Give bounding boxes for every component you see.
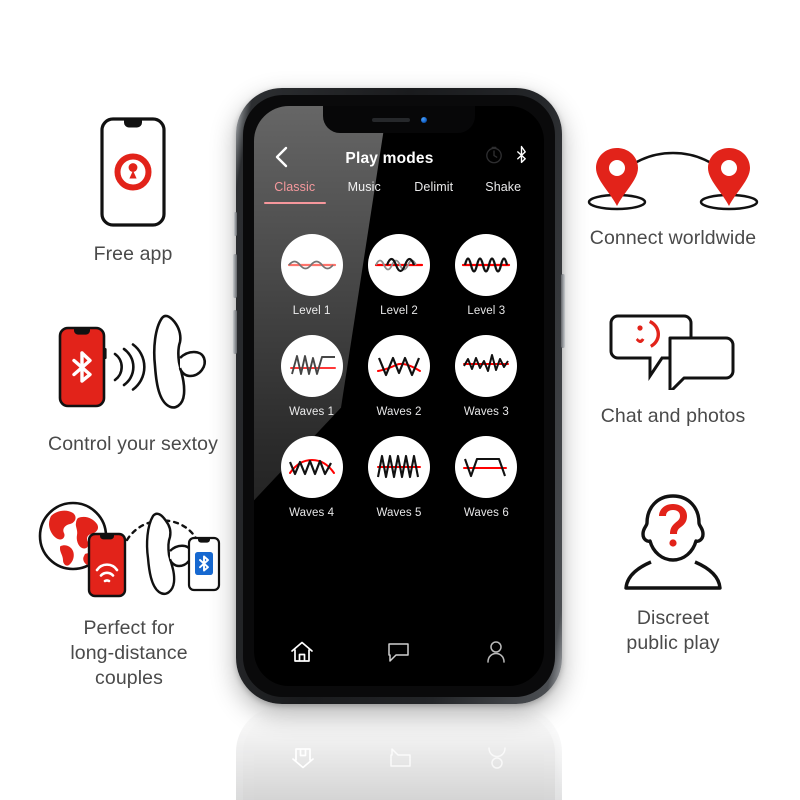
phone-bluetooth-waves-toy-icon xyxy=(47,306,219,418)
feature-free-app: Free app xyxy=(18,116,248,267)
feature-label: Chat and photos xyxy=(600,405,746,427)
feature-label: Connect worldwide xyxy=(589,227,757,249)
top-actions xyxy=(485,145,528,169)
tab-label: Classic xyxy=(274,180,316,194)
promo-infographic: Free app Control your sextoy Perfect for… xyxy=(0,0,800,800)
home-icon[interactable] xyxy=(282,637,322,667)
power-button[interactable] xyxy=(561,274,565,348)
phone-mockup: Play modes Classic Music Delimit Shake L… xyxy=(233,88,565,704)
tab-shake[interactable]: Shake xyxy=(469,178,539,194)
tab-label: Shake xyxy=(485,180,522,194)
two-map-pins-arc-icon xyxy=(583,140,763,212)
tab-delimit[interactable]: Delimit xyxy=(399,178,469,194)
phone-reflection-inner xyxy=(236,706,562,800)
wave-saw-dense-icon xyxy=(367,436,430,498)
earpiece-speaker-icon xyxy=(371,117,410,122)
wave-ramp-step-icon xyxy=(280,335,343,397)
front-camera-icon xyxy=(420,116,427,123)
play-mode-item[interactable]: Waves 6 xyxy=(443,436,530,537)
play-mode-item[interactable]: Level 2 xyxy=(355,234,442,335)
chevron-left-icon[interactable] xyxy=(268,144,294,170)
globe-phone-toy-phone-icon xyxy=(31,496,227,604)
tab-music[interactable]: Music xyxy=(330,178,400,194)
tab-label: Delimit xyxy=(414,180,454,194)
feature-chat-and-photos: Chat and photos xyxy=(558,312,788,429)
mode-label: Waves 4 xyxy=(289,507,335,519)
play-mode-item[interactable]: Waves 1 xyxy=(268,335,355,436)
mode-tabs: Classic Music Delimit Shake xyxy=(254,178,544,212)
play-mode-item[interactable]: Waves 3 xyxy=(443,335,530,436)
feature-discreet-public-play: Discreet public play xyxy=(558,490,788,656)
chat-bubble-icon[interactable] xyxy=(379,637,419,667)
wave-sine-med-icon xyxy=(367,234,430,296)
phone-screen: Play modes Classic Music Delimit Shake L… xyxy=(254,106,544,686)
feature-label: Control your sextoy xyxy=(48,433,218,455)
mode-label: Level 1 xyxy=(292,305,331,317)
two-chat-bubbles-wink-icon xyxy=(608,312,738,390)
mode-label: Level 3 xyxy=(467,305,506,317)
play-mode-item[interactable]: Waves 2 xyxy=(355,335,442,436)
phone-with-lock-badge-icon xyxy=(98,116,168,228)
mode-label: Waves 1 xyxy=(289,406,335,418)
mode-label: Waves 3 xyxy=(463,406,509,418)
mode-label: Waves 2 xyxy=(376,406,422,418)
wave-trapezoid-icon xyxy=(455,436,518,498)
play-mode-item[interactable]: Level 1 xyxy=(268,234,355,335)
bluetooth-icon[interactable] xyxy=(515,145,528,169)
silent-switch-button[interactable] xyxy=(234,212,237,236)
play-mode-item[interactable]: Waves 5 xyxy=(355,436,442,537)
mode-label: Level 2 xyxy=(380,305,418,317)
phone-bezel: Play modes Classic Music Delimit Shake L… xyxy=(243,95,555,697)
wave-zigzag-mixed-icon xyxy=(455,335,518,397)
anonymous-person-question-icon xyxy=(613,490,733,594)
wave-zigzag-dome-icon xyxy=(280,436,343,498)
feature-control-sextoy: Control your sextoy xyxy=(18,306,248,457)
mode-label: Waves 6 xyxy=(463,507,509,519)
play-mode-item[interactable]: Level 3 xyxy=(443,234,530,335)
person-icon[interactable] xyxy=(476,637,516,667)
feature-label: Free app xyxy=(93,243,173,265)
phone-reflection xyxy=(236,706,562,800)
wave-zigzag-wide-icon xyxy=(367,335,430,397)
timer-circle-icon[interactable] xyxy=(485,146,503,169)
app-ui: Play modes Classic Music Delimit Shake L… xyxy=(254,106,544,686)
feature-label: Discreet public play xyxy=(626,607,720,654)
volume-down-button[interactable] xyxy=(233,310,237,354)
tab-active-underline xyxy=(263,202,326,204)
page-title: Play modes xyxy=(345,150,434,167)
feature-label: Perfect for long-distance couples xyxy=(70,617,188,689)
mode-label: Waves 5 xyxy=(376,507,422,519)
tab-label: Music xyxy=(347,180,381,194)
wave-sine-low-icon xyxy=(280,234,343,296)
tab-classic[interactable]: Classic xyxy=(260,178,330,204)
feature-connect-worldwide: Connect worldwide xyxy=(558,140,788,251)
volume-up-button[interactable] xyxy=(233,254,237,298)
feature-long-distance-couples: Perfect for long-distance couples xyxy=(14,496,244,691)
wave-sine-high-icon xyxy=(455,234,518,296)
play-mode-item[interactable]: Waves 4 xyxy=(268,436,355,537)
play-modes-grid: Level 1 Level 2 Level 3 Waves 1 Waves 2 … xyxy=(254,212,544,624)
bottom-navbar xyxy=(254,624,544,686)
phone-notch xyxy=(323,106,475,133)
